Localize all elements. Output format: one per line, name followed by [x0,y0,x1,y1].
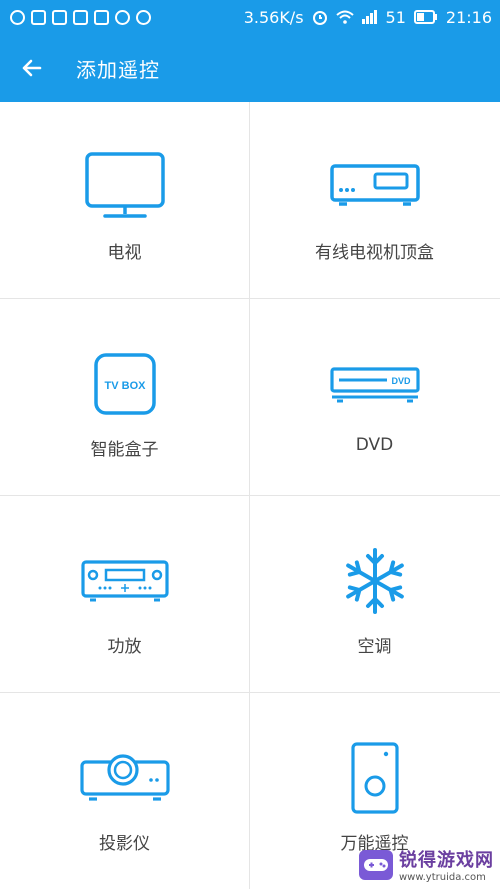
projector-icon [79,754,170,801]
more-icon [136,9,151,25]
network-speed: 3.56K/s [243,7,304,27]
snowflake-icon [345,548,404,614]
back-button[interactable] [0,34,64,102]
device-label: 有线电视机顶盒 [315,243,434,263]
device-label: DVD [355,435,394,455]
device-tv-box[interactable]: TV BOX 智能盒子 [0,299,249,495]
app-grid-icon [52,9,67,25]
video-icon [73,9,88,25]
set-top-box-icon [329,164,420,206]
device-dvd[interactable]: DVD DVD [250,299,499,495]
device-label: 智能盒子 [90,440,159,460]
tv-box-icon: TV BOX [93,353,156,415]
device-label: 电视 [107,243,142,263]
dvd-player-icon: DVD [329,367,420,403]
watermark-url: www.ytruida.com [399,872,486,883]
wifi-icon [335,10,354,24]
tv-icon [84,152,165,218]
universal-remote-icon [350,742,399,814]
device-label: 空调 [357,637,392,657]
image-icon [31,9,46,25]
watermark-name: 锐得游戏网 [399,850,494,871]
device-grid: 电视 有线电视机顶盒 TV BOX 智能盒子 DVD DVD 功放 空调 投影仪… [0,102,500,889]
tv-box-icon-text: TV BOX [104,380,146,392]
device-amplifier[interactable]: 功放 [0,496,249,692]
device-air-conditioner[interactable]: 空调 [250,496,499,692]
dvd-icon-text: DVD [391,376,411,386]
device-set-top-box[interactable]: 有线电视机顶盒 [250,102,499,298]
clock: 21:16 [445,7,492,27]
signal-strength: 51 [385,7,406,27]
cloud-icon [115,9,130,25]
alarm-icon [312,11,327,25]
device-label: 功放 [107,637,142,657]
back-arrow-icon [22,59,42,77]
device-label: 投影仪 [99,834,150,854]
signal-icon [361,10,377,24]
device-projector[interactable]: 投影仪 [0,693,249,889]
status-bar: 3.56K/s 51 21:16 [0,0,500,34]
watermark: 锐得游戏网 www.ytruida.com [359,846,494,883]
app-bar: 添加遥控 [0,34,500,102]
page-title: 添加遥控 [76,57,160,82]
status-right: 3.56K/s 51 21:16 [244,8,500,27]
gamepad-logo-icon [359,849,393,880]
file-icon [94,9,109,25]
notification-q-icon [10,9,25,25]
device-tv[interactable]: 电视 [0,102,249,298]
status-left-icons [0,9,151,25]
battery-icon [413,10,437,24]
amplifier-icon [80,560,169,602]
